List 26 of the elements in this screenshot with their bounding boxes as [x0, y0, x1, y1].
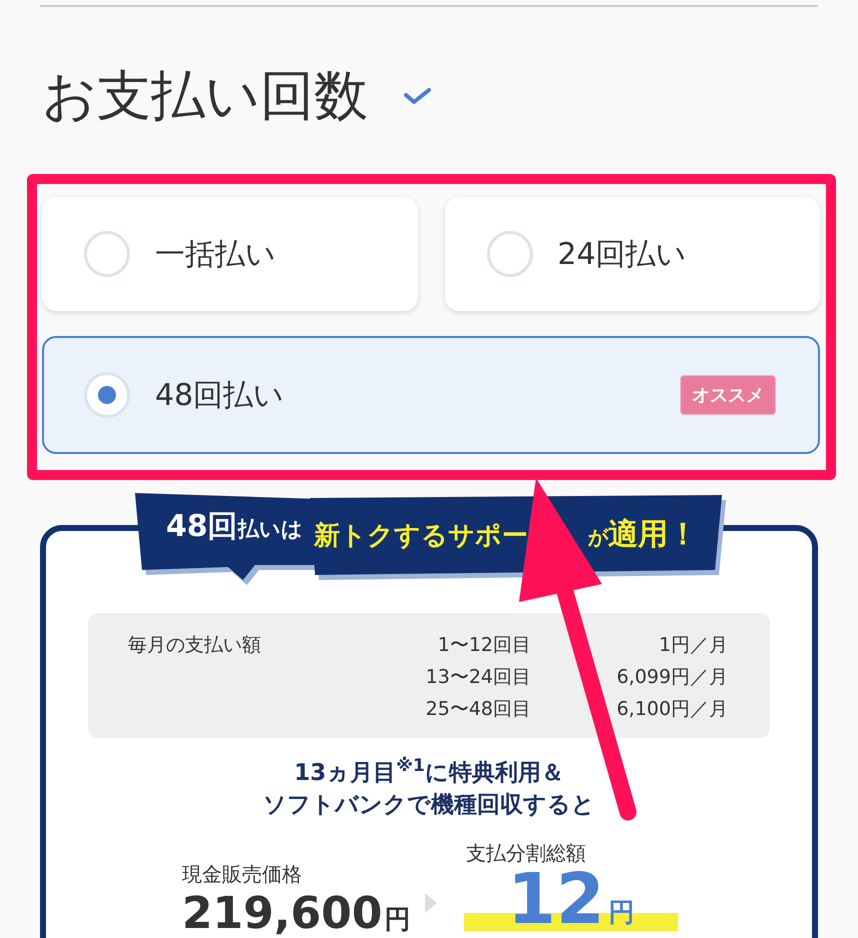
monthly-amount: 6,100円／月 [616, 697, 728, 722]
radio-button[interactable] [84, 231, 130, 277]
banner-text: 新トクするサポー [314, 520, 528, 553]
cash-price-value: 219,600 [182, 892, 382, 936]
monthly-payment-label: 毎月の支払い額 [128, 633, 262, 658]
installment-range: 25〜48回目 [424, 697, 531, 722]
payment-option[interactable]: 48回払い オススメ [42, 336, 820, 454]
cash-price-label: 現金販売価格 [182, 862, 303, 886]
condition-text: 13ヵ月目$^{※1}$に特典利用＆ ソフトバンクで機種回収すると [262, 757, 596, 820]
triangle-right-icon [425, 893, 437, 913]
banner-text: 払いは [238, 516, 303, 543]
monthly-amount: 1円／月 [658, 633, 728, 658]
banner-text: 適用！ [608, 516, 698, 554]
installment-range: 1〜12回目 [436, 633, 531, 658]
recommended-badge: オススメ [680, 375, 776, 415]
cash-price-unit: 円 [384, 905, 410, 935]
monthly-amount: 6,099円／月 [616, 665, 728, 690]
installment-range: 13〜24回目 [424, 665, 531, 690]
radio-button[interactable] [486, 231, 532, 277]
installment-total-label: 支払分割総額 [466, 841, 587, 865]
section-title: お支払い回数 [42, 66, 368, 126]
banner-text: が [588, 525, 608, 551]
payment-option[interactable]: 一括払い [42, 197, 418, 311]
banner-text: 48回 [166, 508, 238, 546]
payment-option[interactable]: 24回払い [444, 197, 820, 311]
radio-button[interactable] [84, 372, 130, 418]
